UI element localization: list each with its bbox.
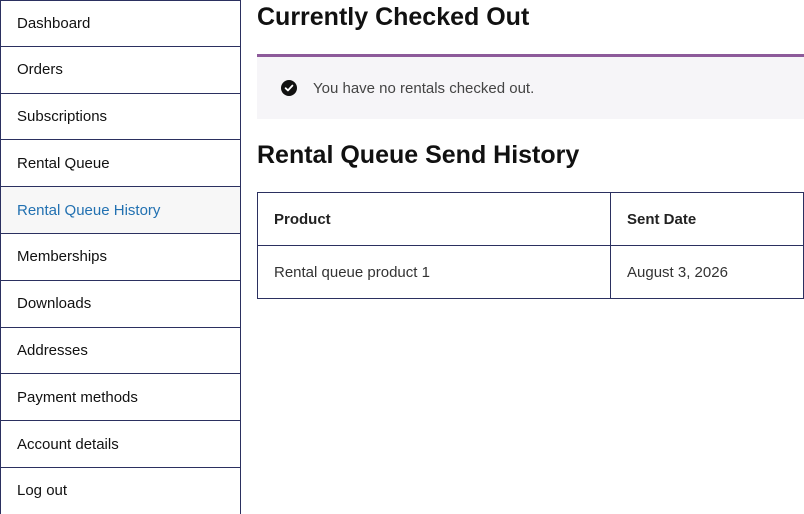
check-circle-icon: [281, 80, 297, 96]
nav-item-downloads[interactable]: Downloads: [0, 280, 241, 328]
nav-item-dashboard[interactable]: Dashboard: [0, 0, 241, 47]
account-navigation: Dashboard Orders Subscriptions Rental Qu…: [0, 0, 241, 514]
notice-message: You have no rentals checked out.: [313, 79, 535, 97]
nav-item-log-out[interactable]: Log out: [0, 467, 241, 514]
nav-item-rental-queue-history[interactable]: Rental Queue History: [0, 187, 241, 234]
table-row: Rental queue product 1 August 3, 2026: [257, 245, 804, 299]
checked-out-title: Currently Checked Out: [257, 3, 530, 31]
column-header-sent-date: Sent Date: [610, 192, 804, 246]
nav-item-subscriptions[interactable]: Subscriptions: [0, 93, 241, 141]
nav-item-rental-queue[interactable]: Rental Queue: [0, 140, 241, 188]
nav-item-account-details[interactable]: Account details: [0, 421, 241, 468]
cell-sent-date: August 3, 2026: [610, 245, 804, 299]
nav-item-addresses[interactable]: Addresses: [0, 327, 241, 375]
send-history-title: Rental Queue Send History: [257, 141, 580, 169]
table-header-row: Product Sent Date: [257, 192, 804, 246]
nav-item-payment-methods[interactable]: Payment methods: [0, 374, 241, 422]
no-rentals-notice: You have no rentals checked out.: [257, 54, 804, 119]
cell-product: Rental queue product 1: [257, 245, 611, 299]
nav-item-orders[interactable]: Orders: [0, 46, 241, 94]
column-header-product: Product: [257, 192, 611, 246]
nav-item-memberships[interactable]: Memberships: [0, 233, 241, 281]
send-history-table: Product Sent Date Rental queue product 1…: [257, 192, 804, 299]
account-page: Dashboard Orders Subscriptions Rental Qu…: [0, 0, 804, 514]
